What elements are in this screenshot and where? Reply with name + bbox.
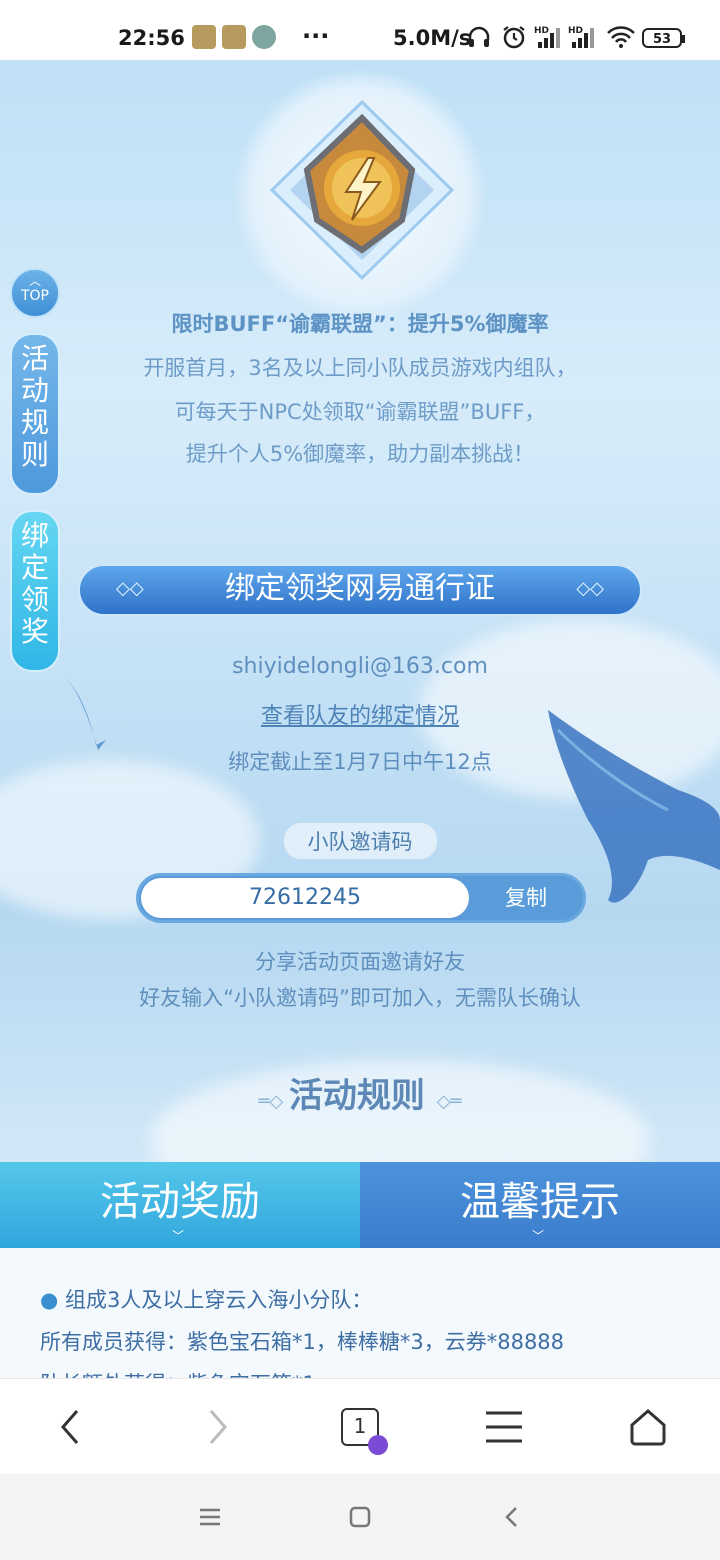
diamond-ornament-icon: ◇◇: [576, 578, 604, 599]
tab-rewards[interactable]: 活动奖励 ﹀: [0, 1162, 360, 1248]
menu-button[interactable]: [454, 1379, 554, 1475]
recent-apps-icon: [200, 1508, 220, 1526]
buff-line: 可每天于NPC处领取“谕霸联盟”BUFF，: [174, 400, 546, 424]
square-home-icon: [349, 1506, 371, 1528]
tab-tips[interactable]: 温馨提示 ﹀: [360, 1162, 720, 1248]
signal-hd-2-icon: HD: [568, 26, 594, 48]
sidebar-tab-rules[interactable]: 活动规则: [10, 333, 60, 495]
reward-line: 队长额外获得：紫色宝石箱*1: [40, 1368, 316, 1378]
buff-line: 提升个人5%御魔率，助力副本挑战！: [185, 442, 535, 466]
buff-title: 限时BUFF“谕霸联盟”：提升5%御魔率: [171, 312, 549, 336]
rules-tabs: 活动奖励 ﹀ 温馨提示 ﹀: [0, 1162, 720, 1248]
tabs-button[interactable]: 1: [310, 1379, 410, 1475]
triangle-back-icon: [505, 1507, 517, 1527]
sidebar-tab-bind[interactable]: 绑定领奖: [10, 510, 60, 672]
lightning-emblem-icon: [269, 100, 455, 280]
team-binding-link-row: 查看队友的绑定情况: [0, 698, 720, 730]
signal-hd-1-icon: HD: [534, 26, 560, 48]
copy-button[interactable]: 复制: [469, 876, 583, 920]
status-time: 22:56: [118, 26, 185, 50]
team-binding-link[interactable]: 查看队友的绑定情况: [261, 704, 459, 729]
app-notification-icon: [192, 25, 216, 49]
chevron-down-icon: ﹀: [172, 1229, 185, 1243]
incognito-badge-icon: [368, 1435, 388, 1455]
notification-icons: [192, 25, 276, 49]
invite-code-value[interactable]: 72612245: [141, 878, 469, 918]
ornament-icon: ◇═: [436, 1091, 462, 1112]
invite-code-label-row: 小队邀请码: [0, 822, 720, 860]
svg-text:HD: HD: [534, 26, 549, 36]
share-hint: 分享活动页面邀请好友: [255, 950, 465, 974]
bind-banner-title: 绑定领奖网易通行证: [225, 571, 495, 606]
buff-line: 开服首月，3名及以上同小队成员游戏内组队，: [143, 356, 577, 380]
home-button[interactable]: [598, 1379, 698, 1475]
tab-tips-label: 温馨提示: [460, 1179, 620, 1225]
headphones-icon: [468, 26, 490, 47]
system-back-button[interactable]: [482, 1494, 542, 1540]
reward-line: 所有成员获得：紫色宝石箱*1，棒棒糖*3，云券*88888: [40, 1330, 565, 1354]
system-nav-bar: [0, 1474, 720, 1560]
account-email: shiyidelongli@163.com: [232, 654, 488, 679]
top-label: TOP: [20, 288, 49, 304]
globe-notification-icon: [252, 25, 276, 49]
bind-deadline: 绑定截止至1月7日中午12点: [228, 750, 492, 774]
reward-line: ● 组成3人及以上穿云入海小分队：: [40, 1284, 372, 1314]
share-hint-detail: 好友输入“小队邀请码”即可加入，无需队长确认: [139, 986, 581, 1010]
alarm-icon: [503, 26, 525, 49]
home-icon: [630, 1409, 666, 1446]
svg-text:HD: HD: [568, 26, 583, 36]
tab-rewards-label: 活动奖励: [100, 1179, 260, 1225]
back-button[interactable]: [20, 1379, 120, 1475]
diamond-ornament-icon: ◇◇: [116, 578, 144, 599]
menu-icon: [486, 1411, 522, 1443]
ornament-icon: ═◇: [258, 1091, 289, 1112]
browser-toolbar: 1: [0, 1378, 720, 1475]
invite-code-box: 72612245 复制: [136, 873, 586, 923]
invite-code-label: 小队邀请码: [282, 822, 438, 860]
rules-title-text: 活动规则: [288, 1076, 425, 1116]
chevron-up-icon: ︿: [28, 274, 41, 288]
network-speed: 5.0M/s: [393, 26, 472, 50]
bullet-icon: ●: [40, 1288, 65, 1312]
forward-button[interactable]: [168, 1379, 268, 1475]
chevron-left-icon: [61, 1410, 79, 1444]
recent-apps-button[interactable]: [180, 1494, 240, 1540]
more-notifications: ···: [302, 22, 330, 50]
bind-banner: ◇◇ 绑定领奖网易通行证 ◇◇: [78, 564, 642, 616]
wifi-icon: [607, 26, 635, 48]
rewards-panel: ● 组成3人及以上穿云入海小分队： 所有成员获得：紫色宝石箱*1，棒棒糖*3，云…: [0, 1248, 720, 1378]
scroll-top-button[interactable]: ︿ TOP: [10, 268, 60, 318]
battery-icon: 53: [642, 28, 685, 48]
rules-section-title: ═◇ 活动规则 ◇═: [0, 1068, 720, 1117]
app-notification-icon: [222, 25, 246, 49]
chevron-right-icon: [209, 1410, 227, 1444]
system-home-button[interactable]: [330, 1494, 390, 1540]
reward-line-text: 组成3人及以上穿云入海小分队：: [65, 1288, 373, 1312]
chevron-down-icon: ﹀: [532, 1229, 545, 1243]
